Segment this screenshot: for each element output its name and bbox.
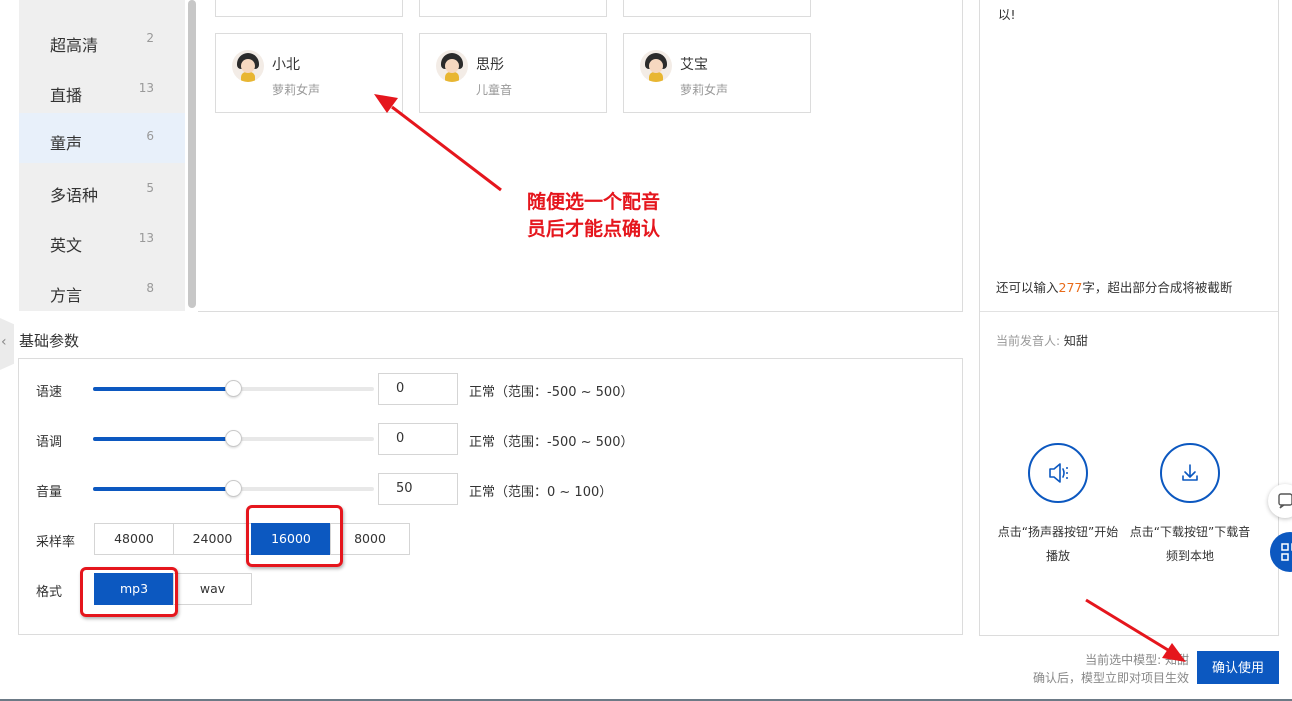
annotation-arrowhead — [1162, 643, 1186, 662]
annotation-line: 随便选一个配音 — [527, 191, 661, 213]
annotation-arrow — [1085, 598, 1169, 652]
annotation-arrows — [374, 94, 1186, 662]
annotation-text: 随便选一个配音 员后才能点确认 — [527, 189, 660, 243]
annotation-arrow — [391, 105, 502, 192]
annotation-line: 员后才能点确认 — [527, 218, 661, 240]
